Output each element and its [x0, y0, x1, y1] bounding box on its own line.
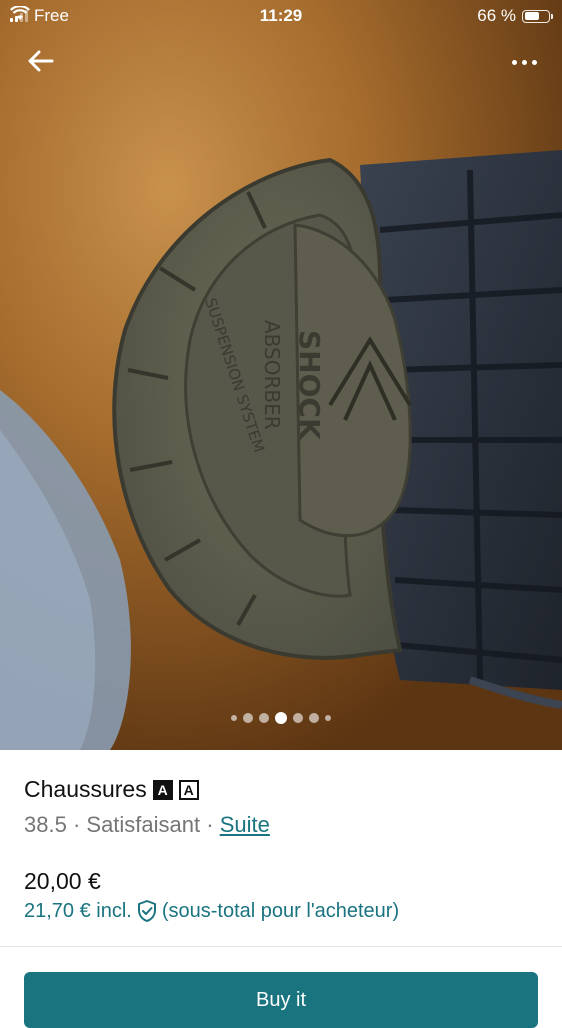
badge-icon: A — [178, 779, 199, 800]
more-details-link[interactable]: Suite — [220, 812, 270, 837]
item-details: 38.5 · Satisfaisant · Suite — [24, 812, 270, 838]
separator: · — [200, 812, 220, 837]
battery-icon — [522, 9, 553, 23]
item-price: 20,00 € — [24, 868, 101, 894]
pager-dot[interactable] — [325, 715, 331, 721]
title-row: Chaussures A A — [24, 776, 199, 803]
price-incl-label: 21,70 € incl. — [24, 899, 132, 922]
separator: · — [66, 812, 87, 837]
item-title: Chaussures — [24, 776, 147, 802]
shield-check-icon — [137, 900, 156, 922]
shoe-sole-image: SHOCK ABSORBER SUSPENSION SYSTEM — [0, 0, 562, 750]
divider — [0, 946, 562, 947]
item-condition: Satisfaisant — [86, 812, 201, 837]
pager-dot[interactable] — [259, 713, 269, 723]
battery-percent: 66 % — [477, 6, 516, 25]
pager-dot[interactable] — [293, 713, 303, 723]
battery-level — [524, 12, 540, 20]
buy-button[interactable]: Buy it — [24, 972, 538, 1028]
status-right: 66 % — [477, 6, 553, 26]
pager-dot[interactable] — [231, 715, 237, 721]
pager-dot[interactable] — [309, 713, 319, 723]
arrow-left-icon — [28, 50, 54, 72]
back-button[interactable] — [22, 42, 60, 80]
item-photo[interactable]: SHOCK ABSORBER SUSPENSION SYSTEM Free 11… — [0, 0, 562, 750]
sole-text-shock: SHOCK — [293, 330, 326, 441]
sole-text-absorber: ABSORBER — [260, 320, 284, 430]
gallery-pager[interactable] — [0, 712, 562, 724]
item-info: Chaussures A A 38.5 · Satisfaisant · Sui… — [0, 750, 562, 1028]
badge-icon: A — [152, 779, 173, 800]
price-with-protection[interactable]: 21,70 € incl. (sous-total pour l'acheteu… — [24, 899, 399, 923]
pager-dot-active[interactable] — [275, 712, 287, 724]
item-size: 38.5 — [24, 812, 67, 837]
buyer-note: (sous-total pour l'acheteur) — [161, 899, 400, 922]
more-dots-icon — [511, 59, 517, 65]
status-bar: Free 11:29 66 % — [0, 0, 562, 32]
pager-dot[interactable] — [243, 713, 253, 723]
more-options-button[interactable] — [504, 50, 544, 74]
